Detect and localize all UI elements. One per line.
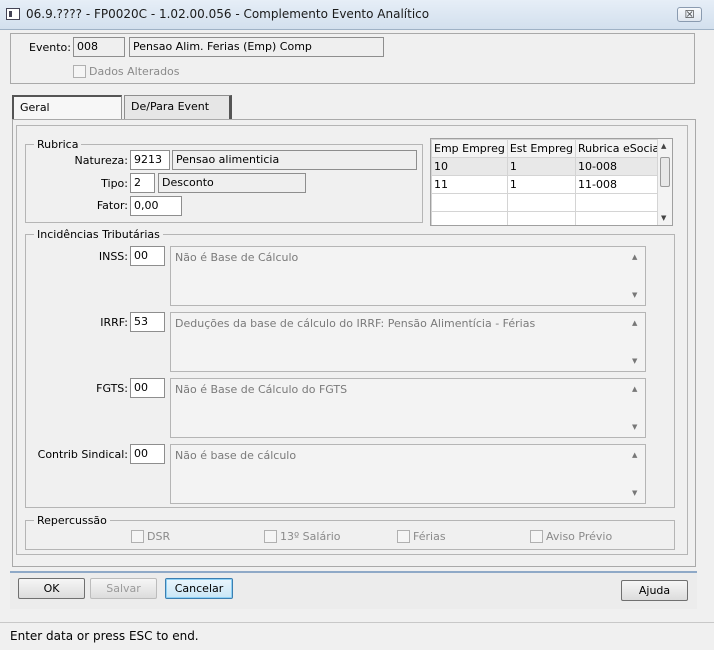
header-panel: Evento: 008 Pensao Alim. Ferias (Emp) Co… <box>10 33 695 84</box>
grid-cell[interactable] <box>506 193 577 212</box>
title-bar: 06.9.???? - FP0020C - 1.02.00.056 - Comp… <box>0 0 714 30</box>
scroll-up-icon[interactable]: ▲ <box>632 253 637 261</box>
grid-header-rubrica-esocial[interactable]: Rubrica eSocial <box>574 139 666 158</box>
evento-desc-field: Pensao Alim. Ferias (Emp) Comp <box>129 37 384 57</box>
tipo-input[interactable]: 2 <box>130 173 155 193</box>
grid-scrollbar[interactable]: ▲ ▼ <box>657 139 672 225</box>
ferias-label: Férias <box>413 530 446 543</box>
button-bar: OK Salvar Cancelar Ajuda <box>10 571 697 609</box>
contrib-sindical-memo-scrollbar[interactable]: ▲ ▼ <box>629 447 643 501</box>
grid-cell[interactable] <box>431 211 508 225</box>
evento-label: Evento: <box>29 41 71 54</box>
inss-desc-memo: Não é Base de Cálculo ▲ ▼ <box>170 246 646 306</box>
scroll-up-icon[interactable]: ▲ <box>632 319 637 327</box>
scroll-down-icon[interactable]: ▼ <box>632 291 637 299</box>
grid-cell[interactable] <box>574 193 666 212</box>
grid-cell[interactable] <box>574 211 666 225</box>
scroll-down-icon[interactable]: ▼ <box>632 357 637 365</box>
dados-alterados-label: Dados Alterados <box>89 65 180 78</box>
irrf-label: IRRF: <box>100 316 128 329</box>
mapping-grid[interactable]: Emp Empreg Est Empreg Rubrica eSocial 10… <box>430 138 673 226</box>
inss-input[interactable]: 00 <box>130 246 165 266</box>
grid-header-est-empreg[interactable]: Est Empreg <box>506 139 577 158</box>
contrib-sindical-label: Contrib Sindical: <box>37 448 128 461</box>
scroll-down-icon[interactable]: ▼ <box>632 423 637 431</box>
fator-input[interactable]: 0,00 <box>130 196 182 216</box>
natureza-label: Natureza: <box>74 154 128 167</box>
tab-geral[interactable]: Geral <box>12 95 122 119</box>
mapping-table: Emp Empreg Est Empreg Rubrica eSocial 10… <box>431 139 666 225</box>
ok-button[interactable]: OK <box>18 578 85 599</box>
aviso-previo-label: Aviso Prévio <box>546 530 613 543</box>
grid-row[interactable] <box>431 211 666 225</box>
window-title: 06.9.???? - FP0020C - 1.02.00.056 - Comp… <box>26 7 430 21</box>
repercussao-legend: Repercussão <box>34 514 110 527</box>
evento-code-field[interactable]: 008 <box>73 37 125 57</box>
fgts-label: FGTS: <box>96 382 128 395</box>
fgts-input[interactable]: 00 <box>130 378 165 398</box>
grid-scroll-down-icon[interactable]: ▼ <box>661 214 666 222</box>
irrf-desc-text: Deduções da base de cálculo do IRRF: Pen… <box>175 317 536 330</box>
scroll-up-icon[interactable]: ▲ <box>632 451 637 459</box>
irrf-input[interactable]: 53 <box>130 312 165 332</box>
grid-row[interactable]: 10 1 10-008 <box>431 157 666 176</box>
inss-label: INSS: <box>98 250 128 263</box>
fgts-desc-memo: Não é Base de Cálculo do FGTS ▲ ▼ <box>170 378 646 438</box>
fgts-desc-text: Não é Base de Cálculo do FGTS <box>175 383 348 396</box>
tipo-label: Tipo: <box>101 177 128 190</box>
dsr-checkbox[interactable] <box>131 530 144 543</box>
grid-cell[interactable]: 1 <box>506 175 577 194</box>
fgts-memo-scrollbar[interactable]: ▲ ▼ <box>629 381 643 435</box>
dados-alterados-checkbox[interactable] <box>73 65 86 78</box>
ajuda-button[interactable]: Ajuda <box>621 580 688 601</box>
grid-scroll-up-icon[interactable]: ▲ <box>661 142 666 150</box>
tab-de-para-event[interactable]: De/Para Event <box>124 95 232 119</box>
tipo-desc-field: Desconto <box>158 173 306 193</box>
scroll-down-icon[interactable]: ▼ <box>632 489 637 497</box>
aviso-previo-checkbox[interactable] <box>530 530 543 543</box>
contrib-sindical-desc-text: Não é base de cálculo <box>175 449 297 462</box>
13-salario-checkbox[interactable] <box>264 530 277 543</box>
grid-cell[interactable]: 10 <box>431 157 508 176</box>
grid-header-row: Emp Empreg Est Empreg Rubrica eSocial <box>431 139 666 158</box>
natureza-desc-field: Pensao alimenticia <box>172 150 417 170</box>
grid-scroll-thumb[interactable] <box>660 157 670 187</box>
scroll-up-icon[interactable]: ▲ <box>632 385 637 393</box>
grid-row[interactable]: 11 1 11-008 <box>431 175 666 194</box>
fator-label: Fator: <box>96 199 128 212</box>
grid-cell[interactable]: 10-008 <box>574 157 666 176</box>
irrf-memo-scrollbar[interactable]: ▲ ▼ <box>629 315 643 369</box>
app-icon <box>6 8 20 20</box>
grid-row[interactable] <box>431 193 666 212</box>
grid-cell[interactable]: 11-008 <box>574 175 666 194</box>
grid-cell[interactable]: 11 <box>431 175 508 194</box>
grid-cell[interactable] <box>506 211 577 225</box>
inss-memo-scrollbar[interactable]: ▲ ▼ <box>629 249 643 303</box>
irrf-desc-memo: Deduções da base de cálculo do IRRF: Pen… <box>170 312 646 372</box>
contrib-sindical-desc-memo: Não é base de cálculo ▲ ▼ <box>170 444 646 504</box>
ferias-checkbox[interactable] <box>397 530 410 543</box>
incidencias-legend: Incidências Tributárias <box>34 228 163 241</box>
13-salario-label: 13º Salário <box>280 530 341 543</box>
status-text: Enter data or press ESC to end. <box>10 629 199 643</box>
inss-desc-text: Não é Base de Cálculo <box>175 251 299 264</box>
rubrica-legend: Rubrica <box>34 138 82 151</box>
natureza-input[interactable]: 9213 <box>130 150 170 170</box>
status-bar: Enter data or press ESC to end. <box>0 622 714 650</box>
grid-header-emp-empreg[interactable]: Emp Empreg <box>431 139 508 158</box>
dsr-label: DSR <box>147 530 171 543</box>
grid-cell[interactable] <box>431 193 508 212</box>
contrib-sindical-input[interactable]: 00 <box>130 444 165 464</box>
cancelar-button[interactable]: Cancelar <box>165 578 233 599</box>
close-button[interactable]: ☒ <box>677 7 702 22</box>
salvar-button[interactable]: Salvar <box>90 578 157 599</box>
grid-cell[interactable]: 1 <box>506 157 577 176</box>
